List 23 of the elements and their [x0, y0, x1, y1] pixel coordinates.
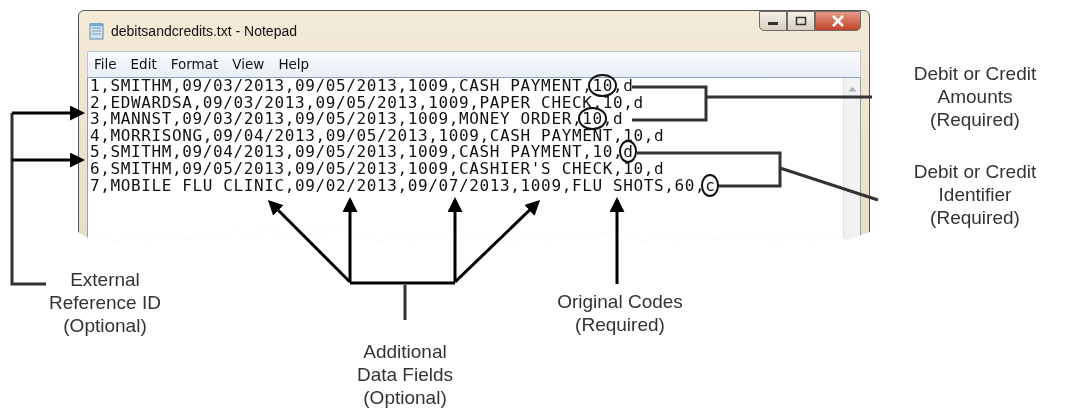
minimize-button[interactable]	[759, 11, 787, 31]
window-title: debitsandcredits.txt - Notepad	[111, 23, 297, 39]
menu-item[interactable]: Format	[170, 56, 219, 72]
menu-item[interactable]: Help	[278, 56, 310, 72]
callout-label: Debit or Credit Amounts (Required)	[912, 62, 1038, 131]
text-line: 6,SMITHM,09/05/2013,09/05/2013,1009,CASHIER'S CHECK,10,d	[90, 160, 665, 178]
scroll-up-icon	[847, 86, 857, 92]
menu-item[interactable]: File	[94, 56, 117, 72]
callout-label: Additional Data Fields (Optional)	[355, 340, 455, 409]
leader-line	[403, 285, 407, 320]
maximize-icon	[795, 16, 807, 26]
maximize-button[interactable]	[787, 11, 815, 31]
text-line: 2,EDWARDSA,09/03/2013,09/05/2013,1009,PAPER CHECK,10,d	[90, 94, 644, 112]
callout-label: Debit or Credit Identifier (Required)	[912, 160, 1038, 229]
close-icon	[831, 15, 845, 27]
text-line: 7,MOBILE FLU CLINIC,09/02/2013,09/07/2013,1009,FLU SHOTS,60,c	[90, 177, 716, 195]
callout-label: External Reference ID (Optional)	[48, 268, 162, 337]
text-line: 4,MORRISONG,09/04/2013,09/05/2013,1009,CASH PAYMENT,10,d	[90, 127, 665, 145]
menu-item[interactable]: View	[232, 56, 265, 72]
notepad-icon	[89, 22, 105, 40]
callout-label: Original Codes (Required)	[556, 290, 684, 336]
close-button[interactable]	[815, 11, 861, 31]
menu-item[interactable]: Edit	[130, 56, 157, 72]
